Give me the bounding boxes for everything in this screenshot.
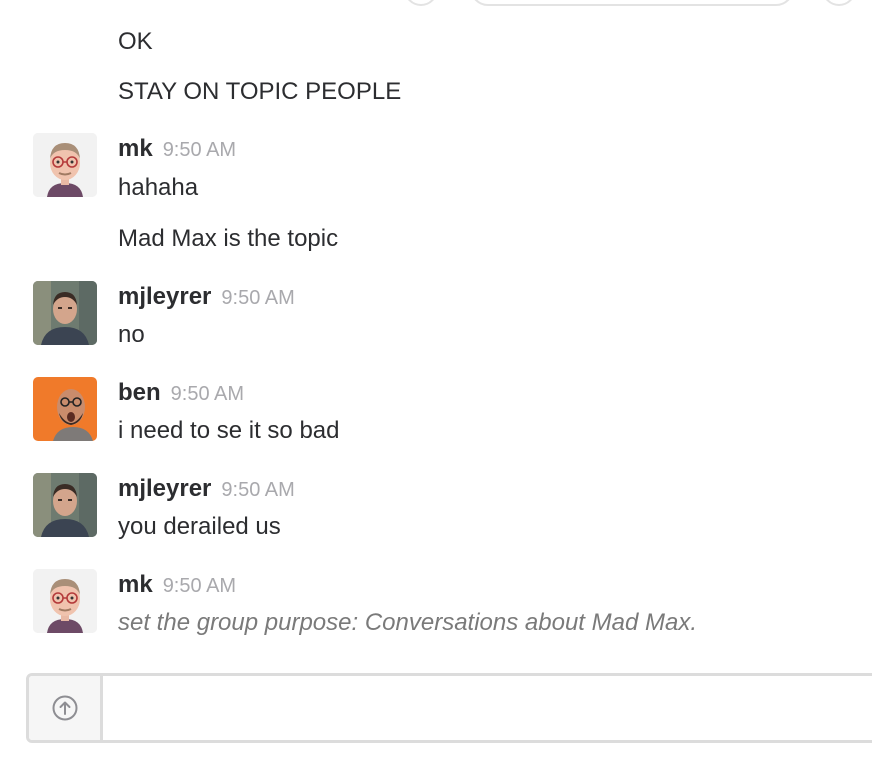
top-control-right[interactable] (822, 0, 856, 6)
upload-button[interactable] (29, 676, 103, 740)
timestamp[interactable]: 9:50 AM (221, 287, 294, 309)
author-name[interactable]: mk (118, 135, 153, 162)
orange-photo-avatar-icon[interactable] (33, 377, 97, 441)
timestamp[interactable]: 9:50 AM (221, 479, 294, 501)
timestamp[interactable]: 9:50 AM (171, 383, 244, 405)
message-text: Mad Max is the topic (118, 225, 339, 252)
author-name[interactable]: ben (118, 379, 161, 406)
message-text: OK (118, 28, 153, 55)
top-control-left[interactable] (404, 0, 438, 6)
author-name[interactable]: mk (118, 571, 153, 598)
message-header: mjleyrer 9:50 AM (118, 474, 295, 507)
timestamp[interactable]: 9:50 AM (163, 139, 236, 161)
message-text: i need to se it so bad (118, 417, 340, 444)
upload-arrow-icon (52, 695, 78, 721)
top-search-field[interactable] (470, 0, 794, 6)
message-header: ben 9:50 AM (118, 378, 244, 411)
message-header: mjleyrer 9:50 AM (118, 282, 295, 315)
author-name[interactable]: mjleyrer (118, 475, 211, 502)
author-name[interactable]: mjleyrer (118, 283, 211, 310)
chat-window: OK STAY ON TOPIC PEOPLE mk 9:50 AM hahaha… (0, 0, 872, 768)
message-header: mk 9:50 AM (118, 570, 236, 603)
photo-avatar-icon[interactable] (33, 473, 97, 537)
message-text: hahaha (118, 174, 199, 201)
message-text: you derailed us (118, 513, 281, 540)
message-text: STAY ON TOPIC PEOPLE (118, 78, 402, 105)
message-input[interactable] (105, 676, 872, 740)
message-text-meta: set the group purpose: Conversations abo… (118, 609, 697, 636)
message-text: no (118, 321, 145, 348)
cartoon-avatar-icon[interactable] (33, 569, 97, 633)
message-header: mk 9:50 AM (118, 134, 236, 167)
timestamp[interactable]: 9:50 AM (163, 575, 236, 597)
message-composer (26, 673, 872, 743)
cartoon-avatar-icon[interactable] (33, 133, 97, 197)
photo-avatar-icon[interactable] (33, 281, 97, 345)
